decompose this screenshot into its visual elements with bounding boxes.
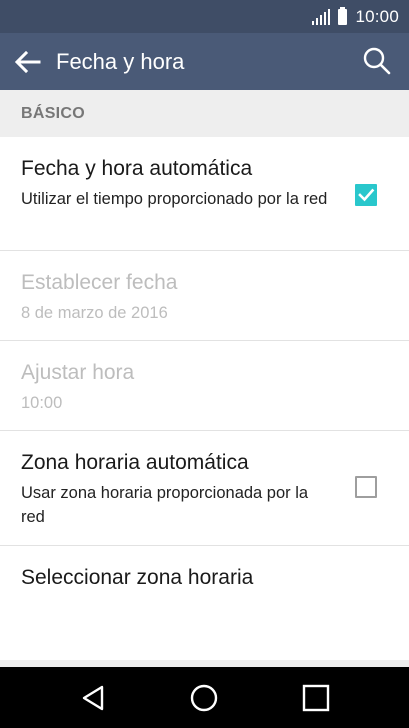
- pref-summary: Utilizar el tiempo proporcionado por la …: [21, 190, 328, 208]
- square-recents-icon: [302, 684, 330, 711]
- automatic-time-zone-checkbox[interactable]: [355, 476, 377, 498]
- pref-summary: 8 de marzo de 2016: [21, 304, 168, 322]
- triangle-back-icon: [82, 685, 104, 710]
- battery-icon: [338, 6, 348, 25]
- settings-screen: 10:00 Fecha y hora BÁSICO Fecha y hora a…: [0, 0, 409, 728]
- arrow-left-icon: [15, 50, 41, 73]
- preference-list: Fecha y hora automática Utilizar el tiem…: [0, 137, 409, 611]
- pref-automatic-time-zone[interactable]: Zona horaria automática Usar zona horari…: [0, 431, 409, 546]
- pref-select-time-zone[interactable]: Seleccionar zona horaria: [0, 546, 409, 611]
- status-time: 10:00: [355, 6, 399, 26]
- section-header-label: BÁSICO: [21, 104, 86, 122]
- circle-home-icon: [190, 684, 218, 711]
- status-bar: 10:00: [0, 0, 409, 33]
- pref-title: Seleccionar zona horaria: [21, 566, 254, 589]
- pref-title: Zona horaria automática: [21, 451, 249, 474]
- nav-recents-button[interactable]: [281, 667, 351, 728]
- pref-title: Fecha y hora automática: [21, 157, 253, 180]
- pref-summary: Usar zona horaria proporcionada por la r…: [21, 484, 309, 526]
- content-bottom-edge: [0, 660, 409, 667]
- status-indicators: 10:00: [312, 0, 399, 33]
- search-button[interactable]: [359, 43, 395, 79]
- pref-set-time: Ajustar hora 10:00: [0, 341, 409, 431]
- section-header: BÁSICO: [0, 90, 409, 137]
- pref-automatic-date-time[interactable]: Fecha y hora automática Utilizar el tiem…: [0, 137, 409, 251]
- pref-title: Ajustar hora: [21, 361, 135, 384]
- page-title: Fecha y hora: [56, 48, 185, 74]
- nav-back-button[interactable]: [58, 667, 128, 728]
- pref-summary: 10:00: [21, 394, 63, 412]
- signal-icon: [312, 8, 331, 25]
- checkmark-icon: [358, 188, 375, 202]
- nav-home-button[interactable]: [169, 667, 239, 728]
- automatic-date-time-checkbox[interactable]: [355, 184, 377, 206]
- pref-title: Establecer fecha: [21, 271, 178, 294]
- navigation-bar: [0, 667, 409, 728]
- pref-set-date: Establecer fecha 8 de marzo de 2016: [0, 251, 409, 341]
- app-bar: Fecha y hora: [0, 33, 409, 90]
- search-icon: [363, 47, 391, 75]
- back-button[interactable]: [0, 33, 56, 90]
